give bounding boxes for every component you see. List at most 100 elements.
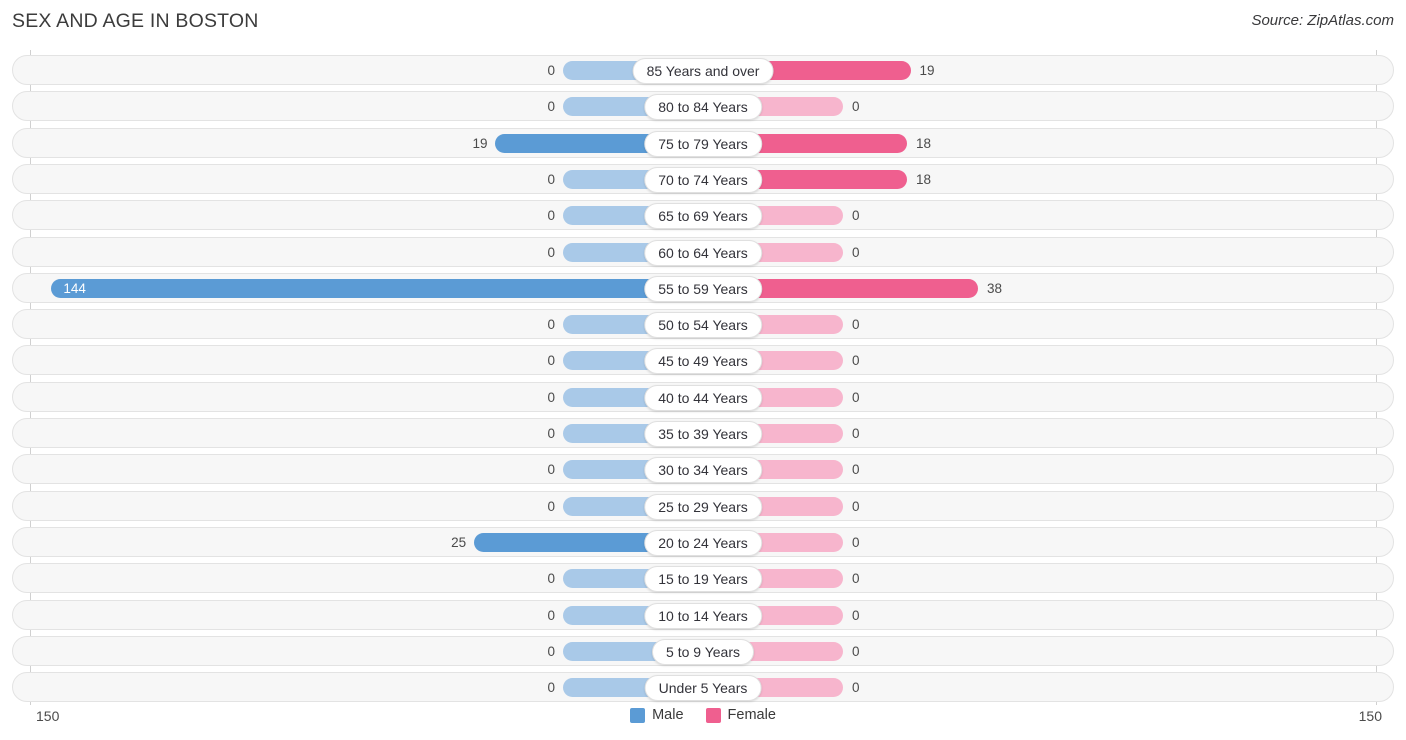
row-content: 0 19 85 Years and over — [13, 56, 1393, 84]
table-row[interactable]: 0 0 50 to 54 Years — [12, 309, 1394, 340]
row-content: 0 0 65 to 69 Years — [13, 201, 1393, 230]
table-row[interactable]: 0 0 60 to 64 Years — [12, 236, 1394, 267]
value-label-male: 0 — [547, 171, 555, 187]
value-label-female: 19 — [919, 63, 935, 78]
row-content: 0 0 5 to 9 Years — [13, 637, 1393, 665]
value-label-female: 0 — [852, 389, 860, 405]
value-label-male: 0 — [547, 462, 555, 478]
value-label-female: 0 — [852, 99, 860, 115]
row-content: 0 0 25 to 29 Years — [13, 492, 1393, 520]
value-label-male: 0 — [547, 498, 555, 514]
age-group-label[interactable]: 5 to 9 Years — [652, 638, 754, 665]
bar-male[interactable] — [51, 278, 703, 298]
table-row[interactable]: 0 0 80 to 84 Years — [12, 91, 1394, 122]
chart-legend: Male Female — [0, 707, 1406, 723]
age-group-label[interactable]: 10 to 14 Years — [644, 602, 762, 629]
table-row[interactable]: 0 0 10 to 14 Years — [12, 599, 1394, 630]
value-label-male: 0 — [547, 389, 555, 405]
value-label-female: 0 — [852, 534, 860, 550]
row-content: 144 38 55 to 59 Years — [13, 274, 1393, 302]
row-content: 0 0 80 to 84 Years — [13, 92, 1393, 121]
table-row[interactable]: 0 0 25 to 29 Years — [12, 490, 1394, 521]
value-label-male: 0 — [547, 643, 555, 659]
value-label-female: 38 — [987, 280, 1003, 296]
value-label-male: 0 — [547, 208, 555, 224]
table-row[interactable]: 0 0 65 to 69 Years — [12, 200, 1394, 231]
age-group-label[interactable]: 65 to 69 Years — [644, 203, 762, 230]
source-attribution: Source: ZipAtlas.com — [1251, 12, 1394, 29]
age-group-label[interactable]: 55 to 59 Years — [644, 275, 762, 302]
row-content: 0 0 50 to 54 Years — [13, 310, 1393, 339]
table-row[interactable]: 0 18 70 to 74 Years — [12, 163, 1394, 194]
legend-label: Male — [652, 707, 684, 723]
table-row[interactable]: 0 0 30 to 34 Years — [12, 454, 1394, 485]
value-label-male: 144 — [63, 280, 86, 296]
value-label-male: 25 — [451, 534, 467, 550]
legend-swatch-icon — [630, 707, 646, 723]
chart-header: SEX AND AGE IN BOSTON Source: ZipAtlas.c… — [0, 0, 1406, 46]
age-group-label[interactable]: 60 to 64 Years — [644, 239, 762, 266]
table-row[interactable]: 0 0 Under 5 Years — [12, 672, 1394, 703]
value-label-male: 0 — [547, 317, 555, 333]
age-group-label[interactable]: Under 5 Years — [644, 675, 762, 702]
row-content: 0 0 Under 5 Years — [13, 673, 1393, 702]
row-content: 25 0 20 to 24 Years — [13, 528, 1393, 556]
row-content: 0 0 45 to 49 Years — [13, 346, 1393, 375]
age-group-label[interactable]: 70 to 74 Years — [644, 166, 762, 193]
value-label-female: 18 — [915, 171, 931, 187]
value-label-male: 0 — [547, 99, 555, 115]
value-label-female: 0 — [852, 426, 860, 441]
chart-page: SEX AND AGE IN BOSTON Source: ZipAtlas.c… — [0, 0, 1406, 740]
value-label-female: 0 — [852, 643, 860, 659]
table-row[interactable]: 0 0 45 to 49 Years — [12, 345, 1394, 376]
age-group-label[interactable]: 20 to 24 Years — [644, 529, 762, 556]
value-label-female: 0 — [852, 571, 860, 587]
value-label-male: 0 — [547, 63, 555, 78]
table-row[interactable]: 0 0 5 to 9 Years — [12, 635, 1394, 666]
row-content: 0 0 40 to 44 Years — [13, 383, 1393, 411]
table-row[interactable]: 0 0 40 to 44 Years — [12, 381, 1394, 412]
value-label-male: 0 — [547, 571, 555, 587]
age-group-label[interactable]: 85 Years and over — [632, 58, 774, 84]
legend-swatch-icon — [705, 707, 721, 723]
age-group-label[interactable]: 80 to 84 Years — [644, 94, 762, 121]
row-content: 19 18 75 to 79 Years — [13, 129, 1393, 157]
row-content: 0 0 35 to 39 Years — [13, 419, 1393, 447]
value-label-female: 0 — [852, 244, 860, 260]
age-group-label[interactable]: 25 to 29 Years — [644, 493, 762, 520]
row-content: 0 0 15 to 19 Years — [13, 564, 1393, 593]
chart-footer: 150 150 Male Female — [0, 705, 1406, 740]
value-label-female: 18 — [915, 135, 931, 151]
table-row[interactable]: 144 38 55 to 59 Years — [12, 272, 1394, 303]
age-group-label[interactable]: 45 to 49 Years — [644, 348, 762, 375]
table-row[interactable]: 25 0 20 to 24 Years — [12, 526, 1394, 557]
table-row[interactable]: 0 0 35 to 39 Years — [12, 418, 1394, 448]
value-label-female: 0 — [852, 462, 860, 478]
legend-label: Female — [727, 707, 776, 723]
age-group-label[interactable]: 40 to 44 Years — [644, 384, 762, 411]
value-label-male: 0 — [547, 353, 555, 369]
row-content: 0 18 70 to 74 Years — [13, 165, 1393, 193]
age-group-label[interactable]: 15 to 19 Years — [644, 566, 762, 593]
row-content: 0 0 60 to 64 Years — [13, 238, 1393, 266]
value-label-female: 0 — [852, 208, 860, 224]
value-label-male: 19 — [472, 135, 488, 151]
age-group-label[interactable]: 35 to 39 Years — [644, 421, 762, 447]
table-row[interactable]: 19 18 75 to 79 Years — [12, 127, 1394, 158]
value-label-female: 0 — [852, 498, 860, 514]
age-group-label[interactable]: 50 to 54 Years — [644, 312, 762, 339]
age-group-label[interactable]: 30 to 34 Years — [644, 457, 762, 484]
legend-female[interactable]: Female — [705, 707, 776, 723]
value-label-female: 0 — [852, 353, 860, 369]
value-label-male: 0 — [547, 607, 555, 623]
pyramid-plot-area: 0 19 85 Years and over 0 0 80 to 84 Years 19 18… — [0, 50, 1406, 705]
value-label-female: 0 — [852, 607, 860, 623]
page-title: SEX AND AGE IN BOSTON — [12, 10, 259, 32]
value-label-female: 0 — [852, 317, 860, 333]
row-content: 0 0 10 to 14 Years — [13, 601, 1393, 629]
value-label-male: 0 — [547, 244, 555, 260]
table-row[interactable]: 0 0 15 to 19 Years — [12, 563, 1394, 594]
age-group-label[interactable]: 75 to 79 Years — [644, 130, 762, 157]
legend-male[interactable]: Male — [630, 707, 684, 723]
table-row[interactable]: 0 19 85 Years and over — [12, 55, 1394, 85]
